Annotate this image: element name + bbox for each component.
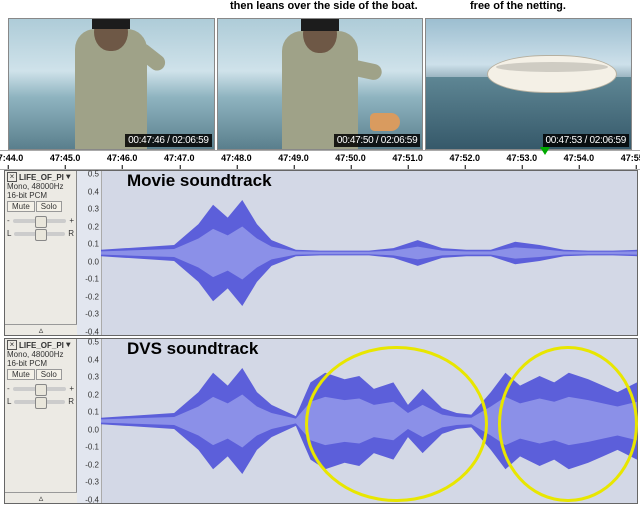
thumbnail-3-timestamp: 00:47:53 / 02:06:59: [543, 134, 630, 147]
axis-label: 0.0: [88, 425, 99, 434]
amplitude-axis: 0.5 0.4 0.3 0.2 0.1 0.0 -0.1 -0.2 -0.3 -0.4: [77, 339, 102, 503]
timeline-tick: 47:45.0: [50, 153, 81, 163]
gain-max: +: [69, 384, 74, 393]
timeline-ruler[interactable]: 47:44.0 47:45.0 47:46.0 47:47.0 47:48.0 47:49…: [0, 150, 640, 170]
chevron-down-icon[interactable]: ▼: [66, 173, 71, 182]
timeline-marker[interactable]: [540, 147, 550, 155]
axis-label: 0.3: [88, 205, 99, 214]
axis-label: 0.5: [88, 338, 99, 347]
audio-track: ×LIFE_OF_PI▼Mono, 48000Hz16-bit PCMMuteS…: [4, 170, 638, 336]
pan-right: R: [68, 397, 74, 406]
close-icon[interactable]: ×: [7, 172, 17, 182]
collapse-button[interactable]: ▵: [5, 324, 77, 335]
thumbnail-2[interactable]: 00:47:50 / 02:06:59: [217, 18, 424, 150]
close-icon[interactable]: ×: [7, 340, 17, 350]
mute-button[interactable]: Mute: [7, 369, 35, 380]
track-bitdepth: 16-bit PCM: [7, 191, 74, 200]
axis-label: 0.3: [88, 373, 99, 382]
thumbnail-1-timestamp: 00:47:46 / 02:06:59: [125, 134, 212, 147]
amplitude-axis: 0.5 0.4 0.3 0.2 0.1 0.0 -0.1 -0.2 -0.3 -0.4: [77, 171, 102, 335]
axis-label: -0.1: [85, 275, 99, 284]
axis-label: 0.1: [88, 408, 99, 417]
gain-min: -: [7, 216, 10, 225]
track-name[interactable]: LIFE_OF_PI: [19, 341, 64, 350]
pan-right: R: [68, 229, 74, 238]
thumbnail-2-timestamp: 00:47:50 / 02:06:59: [334, 134, 421, 147]
timeline-tick: 47:55.0: [621, 153, 640, 163]
waveform-svg: [101, 171, 637, 335]
caption-left: then leans over the side of the boat.: [230, 0, 418, 12]
timeline-tick: 47:51.0: [392, 153, 423, 163]
track-format: Mono, 48000Hz: [7, 182, 74, 191]
audio-track: ×LIFE_OF_PI▼Mono, 48000Hz16-bit PCMMuteS…: [4, 338, 638, 504]
timeline-tick: 47:50.0: [335, 153, 366, 163]
axis-label: 0.2: [88, 390, 99, 399]
waveform-canvas[interactable]: DVS soundtrack: [101, 339, 637, 503]
track-name[interactable]: LIFE_OF_PI: [19, 173, 64, 182]
axis-label: 0.2: [88, 222, 99, 231]
chevron-down-icon[interactable]: ▼: [66, 341, 71, 350]
caption-row: then leans over the side of the boat. fr…: [0, 0, 640, 14]
axis-label: 0.0: [88, 257, 99, 266]
waveform-area[interactable]: 0.5 0.4 0.3 0.2 0.1 0.0 -0.1 -0.2 -0.3 -0.4 DVS so…: [77, 339, 637, 503]
pan-left: L: [7, 229, 11, 238]
collapse-button[interactable]: ▵: [5, 492, 77, 503]
timeline-tick: 47:47.0: [164, 153, 195, 163]
track-overlay-title: Movie soundtrack: [127, 171, 272, 191]
waveform-area[interactable]: 0.5 0.4 0.3 0.2 0.1 0.0 -0.1 -0.2 -0.3 -0.4 Movie …: [77, 171, 637, 335]
axis-label: -0.1: [85, 443, 99, 452]
solo-button[interactable]: Solo: [36, 369, 62, 380]
pan-left: L: [7, 397, 11, 406]
axis-label: 0.4: [88, 187, 99, 196]
solo-button[interactable]: Solo: [36, 201, 62, 212]
gain-min: -: [7, 384, 10, 393]
gain-slider[interactable]: [13, 387, 67, 391]
gain-slider[interactable]: [13, 219, 67, 223]
axis-label: 0.1: [88, 240, 99, 249]
gain-max: +: [69, 216, 74, 225]
track-panel: ×LIFE_OF_PI▼Mono, 48000Hz16-bit PCMMuteS…: [5, 339, 77, 503]
waveform-svg: [101, 339, 637, 503]
timeline-tick: 47:46.0: [107, 153, 138, 163]
pan-slider[interactable]: [14, 232, 65, 236]
timeline-tick: 47:49.0: [278, 153, 309, 163]
timeline-tick: 47:52.0: [449, 153, 480, 163]
axis-label: -0.2: [85, 292, 99, 301]
timeline-tick: 47:48.0: [221, 153, 252, 163]
track-bitdepth: 16-bit PCM: [7, 359, 74, 368]
track-format: Mono, 48000Hz: [7, 350, 74, 359]
thumbnail-row: 00:47:46 / 02:06:59 00:47:50 / 02:06:59 …: [8, 18, 632, 148]
page-root: then leans over the side of the boat. fr…: [0, 0, 640, 508]
axis-label: -0.4: [85, 328, 99, 337]
axis-label: 0.4: [88, 355, 99, 364]
pan-slider[interactable]: [14, 400, 65, 404]
axis-label: -0.4: [85, 496, 99, 505]
caption-right: free of the netting.: [470, 0, 566, 12]
timeline-tick: 47:54.0: [564, 153, 595, 163]
thumbnail-3[interactable]: 00:47:53 / 02:06:59: [425, 18, 632, 150]
waveform-canvas[interactable]: Movie soundtrack: [101, 171, 637, 335]
axis-label: 0.5: [88, 170, 99, 179]
timeline-tick: 47:44.0: [0, 153, 23, 163]
axis-label: -0.3: [85, 478, 99, 487]
axis-label: -0.2: [85, 460, 99, 469]
track-panel: ×LIFE_OF_PI▼Mono, 48000Hz16-bit PCMMuteS…: [5, 171, 77, 335]
timeline-tick: 47:53.0: [507, 153, 538, 163]
tracks-container: ×LIFE_OF_PI▼Mono, 48000Hz16-bit PCMMuteS…: [0, 168, 640, 508]
thumbnail-1[interactable]: 00:47:46 / 02:06:59: [8, 18, 215, 150]
track-overlay-title: DVS soundtrack: [127, 339, 258, 359]
axis-label: -0.3: [85, 310, 99, 319]
mute-button[interactable]: Mute: [7, 201, 35, 212]
